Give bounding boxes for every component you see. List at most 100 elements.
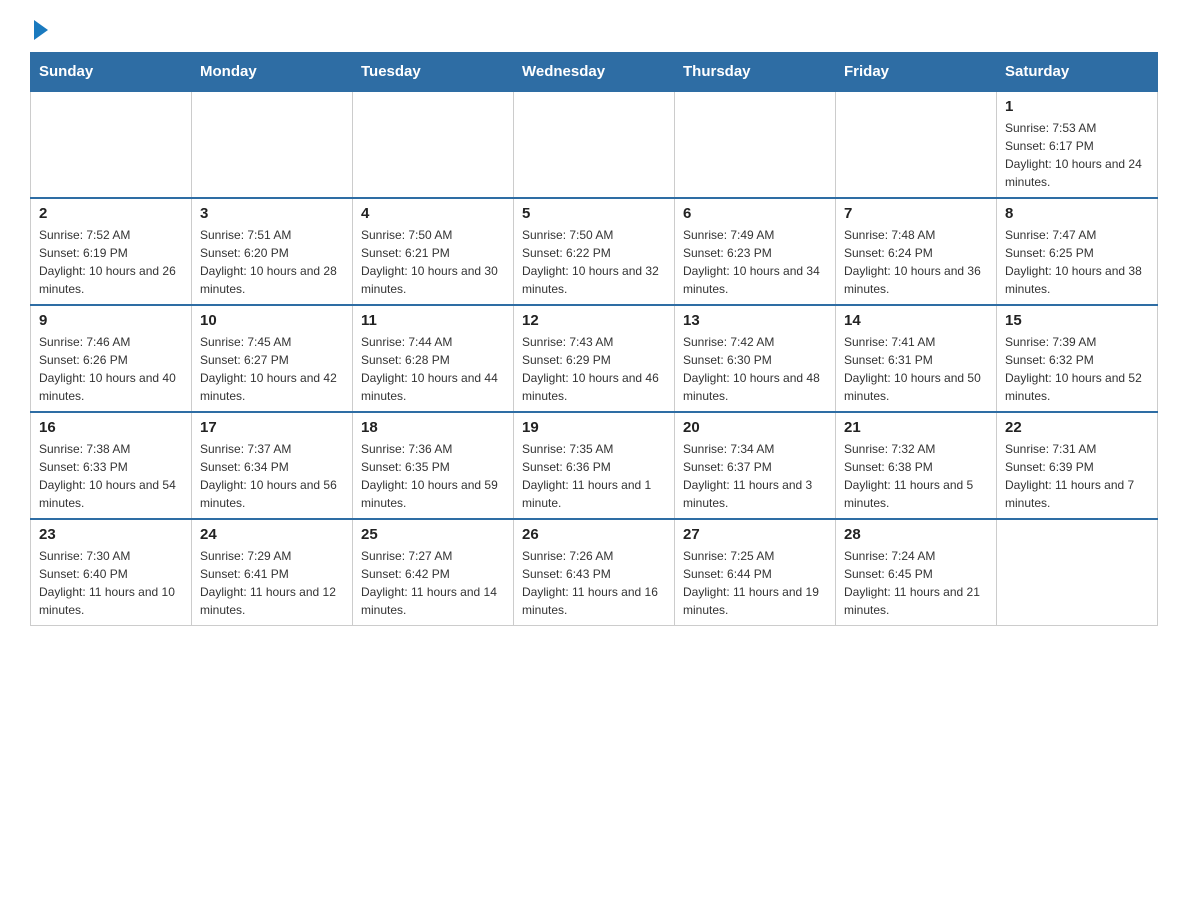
day-info: Sunrise: 7:29 AMSunset: 6:41 PMDaylight:… [200, 547, 344, 619]
day-number: 6 [683, 205, 827, 222]
day-number: 2 [39, 205, 183, 222]
calendar-cell: 19 Sunrise: 7:35 AMSunset: 6:36 PMDayligh… [514, 412, 675, 519]
calendar-day-header: Friday [836, 53, 997, 92]
day-number: 27 [683, 526, 827, 543]
calendar-cell: 10 Sunrise: 7:45 AMSunset: 6:27 PMDayligh… [192, 305, 353, 412]
day-number: 5 [522, 205, 666, 222]
calendar-header-row: SundayMondayTuesdayWednesdayThursdayFrid… [31, 53, 1158, 92]
day-info: Sunrise: 7:34 AMSunset: 6:37 PMDaylight:… [683, 440, 827, 512]
calendar-day-header: Sunday [31, 53, 192, 92]
day-info: Sunrise: 7:32 AMSunset: 6:38 PMDaylight:… [844, 440, 988, 512]
calendar-cell: 17Sunrise: 7:37 AMSunset: 6:34 PMDayligh… [192, 412, 353, 519]
day-info: Sunrise: 7:39 AMSunset: 6:32 PMDaylight:… [1005, 333, 1149, 405]
calendar-cell: 27 Sunrise: 7:25 AMSunset: 6:44 PMDayligh… [675, 519, 836, 626]
calendar-cell: 9 Sunrise: 7:46 AMSunset: 6:26 PMDaylight… [31, 305, 192, 412]
calendar-cell [675, 91, 836, 198]
calendar-cell: 4 Sunrise: 7:50 AMSunset: 6:21 PMDaylight… [353, 198, 514, 305]
day-info: Sunrise: 7:52 AMSunset: 6:19 PMDaylight:… [39, 226, 183, 298]
calendar-cell: 24 Sunrise: 7:29 AMSunset: 6:41 PMDayligh… [192, 519, 353, 626]
day-info: Sunrise: 7:41 AMSunset: 6:31 PMDaylight:… [844, 333, 988, 405]
day-number: 12 [522, 312, 666, 329]
day-number: 25 [361, 526, 505, 543]
calendar-week-row: 9 Sunrise: 7:46 AMSunset: 6:26 PMDaylight… [31, 305, 1158, 412]
day-number: 21 [844, 419, 988, 436]
day-info: Sunrise: 7:35 AMSunset: 6:36 PMDaylight:… [522, 440, 666, 512]
calendar-cell: 23Sunrise: 7:30 AMSunset: 6:40 PMDayligh… [31, 519, 192, 626]
calendar-cell: 15 Sunrise: 7:39 AMSunset: 6:32 PMDayligh… [997, 305, 1158, 412]
day-info: Sunrise: 7:48 AMSunset: 6:24 PMDaylight:… [844, 226, 988, 298]
calendar-day-header: Wednesday [514, 53, 675, 92]
calendar-cell [192, 91, 353, 198]
logo [30, 20, 48, 42]
day-info: Sunrise: 7:49 AMSunset: 6:23 PMDaylight:… [683, 226, 827, 298]
calendar-week-row: 2 Sunrise: 7:52 AMSunset: 6:19 PMDaylight… [31, 198, 1158, 305]
day-info: Sunrise: 7:26 AMSunset: 6:43 PMDaylight:… [522, 547, 666, 619]
page-header [30, 20, 1158, 42]
day-info: Sunrise: 7:43 AMSunset: 6:29 PMDaylight:… [522, 333, 666, 405]
calendar-cell: 12 Sunrise: 7:43 AMSunset: 6:29 PMDayligh… [514, 305, 675, 412]
calendar-cell: 6 Sunrise: 7:49 AMSunset: 6:23 PMDaylight… [675, 198, 836, 305]
calendar-cell: 18 Sunrise: 7:36 AMSunset: 6:35 PMDayligh… [353, 412, 514, 519]
calendar-table: SundayMondayTuesdayWednesdayThursdayFrid… [30, 52, 1158, 626]
calendar-week-row: 23Sunrise: 7:30 AMSunset: 6:40 PMDayligh… [31, 519, 1158, 626]
day-info: Sunrise: 7:36 AMSunset: 6:35 PMDaylight:… [361, 440, 505, 512]
day-number: 11 [361, 312, 505, 329]
day-info: Sunrise: 7:38 AMSunset: 6:33 PMDaylight:… [39, 440, 183, 512]
calendar-cell: 7 Sunrise: 7:48 AMSunset: 6:24 PMDaylight… [836, 198, 997, 305]
calendar-cell [31, 91, 192, 198]
calendar-cell: 8 Sunrise: 7:47 AMSunset: 6:25 PMDaylight… [997, 198, 1158, 305]
day-info: Sunrise: 7:27 AMSunset: 6:42 PMDaylight:… [361, 547, 505, 619]
calendar-week-row: 1 Sunrise: 7:53 AMSunset: 6:17 PMDaylight… [31, 91, 1158, 198]
calendar-cell: 22 Sunrise: 7:31 AMSunset: 6:39 PMDayligh… [997, 412, 1158, 519]
calendar-cell [836, 91, 997, 198]
day-number: 28 [844, 526, 988, 543]
day-info: Sunrise: 7:50 AMSunset: 6:22 PMDaylight:… [522, 226, 666, 298]
calendar-day-header: Monday [192, 53, 353, 92]
day-info: Sunrise: 7:50 AMSunset: 6:21 PMDaylight:… [361, 226, 505, 298]
calendar-cell: 26 Sunrise: 7:26 AMSunset: 6:43 PMDayligh… [514, 519, 675, 626]
calendar-cell: 14 Sunrise: 7:41 AMSunset: 6:31 PMDayligh… [836, 305, 997, 412]
day-info: Sunrise: 7:44 AMSunset: 6:28 PMDaylight:… [361, 333, 505, 405]
day-number: 15 [1005, 312, 1149, 329]
logo-arrow-icon [34, 20, 48, 40]
day-info: Sunrise: 7:47 AMSunset: 6:25 PMDaylight:… [1005, 226, 1149, 298]
day-info: Sunrise: 7:25 AMSunset: 6:44 PMDaylight:… [683, 547, 827, 619]
day-number: 3 [200, 205, 344, 222]
day-number: 24 [200, 526, 344, 543]
day-number: 7 [844, 205, 988, 222]
day-number: 4 [361, 205, 505, 222]
day-number: 23 [39, 526, 183, 543]
day-number: 9 [39, 312, 183, 329]
calendar-day-header: Tuesday [353, 53, 514, 92]
day-info: Sunrise: 7:42 AMSunset: 6:30 PMDaylight:… [683, 333, 827, 405]
day-number: 8 [1005, 205, 1149, 222]
calendar-day-header: Saturday [997, 53, 1158, 92]
day-number: 10 [200, 312, 344, 329]
day-info: Sunrise: 7:46 AMSunset: 6:26 PMDaylight:… [39, 333, 183, 405]
calendar-cell: 21 Sunrise: 7:32 AMSunset: 6:38 PMDayligh… [836, 412, 997, 519]
day-info: Sunrise: 7:53 AMSunset: 6:17 PMDaylight:… [1005, 119, 1149, 191]
calendar-cell: 2 Sunrise: 7:52 AMSunset: 6:19 PMDaylight… [31, 198, 192, 305]
calendar-cell [353, 91, 514, 198]
day-number: 20 [683, 419, 827, 436]
calendar-cell: 1 Sunrise: 7:53 AMSunset: 6:17 PMDaylight… [997, 91, 1158, 198]
calendar-cell: 3Sunrise: 7:51 AMSunset: 6:20 PMDaylight… [192, 198, 353, 305]
day-info: Sunrise: 7:45 AMSunset: 6:27 PMDaylight:… [200, 333, 344, 405]
day-number: 22 [1005, 419, 1149, 436]
calendar-cell: 13Sunrise: 7:42 AMSunset: 6:30 PMDayligh… [675, 305, 836, 412]
day-number: 19 [522, 419, 666, 436]
day-number: 14 [844, 312, 988, 329]
calendar-cell: 28Sunrise: 7:24 AMSunset: 6:45 PMDayligh… [836, 519, 997, 626]
day-number: 1 [1005, 98, 1149, 115]
day-info: Sunrise: 7:37 AMSunset: 6:34 PMDaylight:… [200, 440, 344, 512]
day-number: 18 [361, 419, 505, 436]
day-number: 26 [522, 526, 666, 543]
calendar-day-header: Thursday [675, 53, 836, 92]
calendar-cell: 25 Sunrise: 7:27 AMSunset: 6:42 PMDayligh… [353, 519, 514, 626]
day-info: Sunrise: 7:31 AMSunset: 6:39 PMDaylight:… [1005, 440, 1149, 512]
calendar-cell: 5 Sunrise: 7:50 AMSunset: 6:22 PMDaylight… [514, 198, 675, 305]
day-number: 16 [39, 419, 183, 436]
calendar-cell: 20 Sunrise: 7:34 AMSunset: 6:37 PMDayligh… [675, 412, 836, 519]
calendar-cell: 16 Sunrise: 7:38 AMSunset: 6:33 PMDayligh… [31, 412, 192, 519]
calendar-cell [997, 519, 1158, 626]
